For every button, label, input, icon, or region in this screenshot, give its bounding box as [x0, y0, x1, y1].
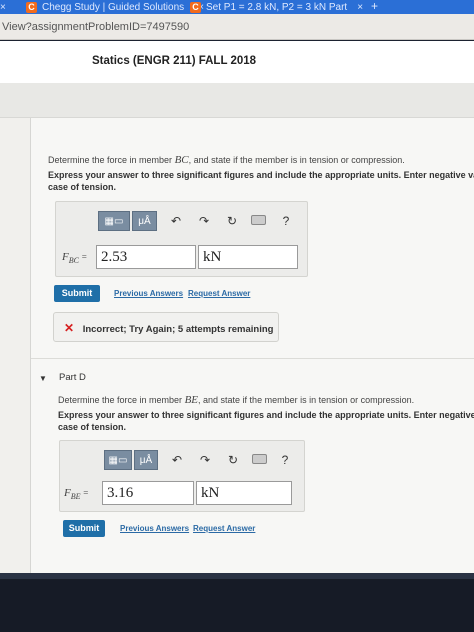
tab-close-left[interactable]: ×	[0, 0, 6, 14]
help-icon[interactable]: ?	[279, 214, 293, 228]
part-d-answer-box: ▦▭ μÅ ↶ ↷ ↻ ? FBE = 3.16 kN	[59, 440, 305, 512]
page-content: Statics (ENGR 211) FALL 2018 Determine t…	[0, 41, 474, 573]
collapse-caret-icon[interactable]: ▼	[39, 374, 47, 383]
redo-icon[interactable]: ↷	[198, 453, 212, 467]
units-button[interactable]: μÅ	[134, 450, 158, 470]
part-d-units-input[interactable]: kN	[196, 481, 292, 505]
member-label: BE	[184, 394, 199, 406]
screen-bezel	[0, 573, 474, 632]
template-icon: ▦▭	[104, 215, 124, 227]
part-c-units-input[interactable]: kN	[198, 245, 298, 269]
url-text: View?assignmentProblemID=7497590	[2, 21, 190, 33]
math-toolbar: ▦▭ μÅ ↶ ↷ ↻ ?	[98, 211, 293, 231]
part-d-request-answer-link[interactable]: Request Answer	[193, 524, 255, 533]
part-c-answer-box: ▦▭ μÅ ↶ ↷ ↻ ? FBC = 2.53 kN	[55, 201, 308, 277]
chegg-logo-icon: C	[190, 1, 201, 13]
part-c-previous-answers-link[interactable]: Previous Answers	[114, 289, 183, 298]
part-c-feedback: ✕ Incorrect; Try Again; 5 attempts remai…	[53, 312, 279, 342]
undo-icon[interactable]: ↶	[170, 453, 184, 467]
course-header: Statics (ENGR 211) FALL 2018	[0, 41, 474, 83]
close-icon[interactable]: ×	[357, 2, 363, 13]
template-button[interactable]: ▦▭	[104, 450, 132, 470]
tab-label: Set P1 = 2.8 kN, P2 = 3 kN Part	[206, 1, 348, 13]
units-button[interactable]: μÅ	[132, 211, 157, 231]
new-tab-icon[interactable]: +	[371, 0, 378, 13]
part-c-question: Determine the force in member BC, and st…	[48, 154, 405, 166]
taskbar-strip	[0, 573, 474, 579]
tab-chegg-study[interactable]: C Chegg Study | Guided Solutions ×	[26, 0, 204, 14]
undo-icon[interactable]: ↶	[169, 214, 183, 228]
browser-tab-bar: × C Chegg Study | Guided Solutions × C S…	[0, 0, 474, 14]
part-d-question: Determine the force in member BE, and st…	[58, 394, 415, 406]
part-c-variable-label: FBC =	[62, 251, 87, 266]
course-title: Statics (ENGR 211) FALL 2018	[92, 55, 257, 67]
member-label: BC	[174, 154, 189, 166]
header-separator	[0, 83, 474, 118]
mu-icon: μÅ	[138, 215, 151, 227]
mu-icon: μÅ	[139, 454, 153, 466]
template-icon: ▦▭	[108, 454, 128, 466]
math-toolbar: ▦▭ μÅ ↶ ↷ ↻ ?	[104, 450, 292, 470]
keyboard-icon[interactable]	[251, 214, 266, 228]
part-c-instructions: Express your answer to three significant…	[48, 170, 474, 192]
part-d-instructions: Express your answer to three significant…	[58, 410, 474, 432]
part-d-previous-answers-link[interactable]: Previous Answers	[120, 524, 189, 533]
part-c-request-answer-link[interactable]: Request Answer	[188, 289, 250, 298]
keyboard-icon[interactable]	[252, 453, 267, 467]
part-d-variable-label: FBE =	[64, 487, 89, 502]
redo-icon[interactable]: ↷	[197, 214, 211, 228]
part-c-submit-button[interactable]: Submit	[54, 285, 100, 302]
template-button[interactable]: ▦▭	[98, 211, 130, 231]
part-c-value-input[interactable]: 2.53	[96, 245, 196, 269]
part-d-submit-button[interactable]: Submit	[63, 520, 105, 537]
address-bar[interactable]: View?assignmentProblemID=7497590	[0, 14, 474, 40]
reset-icon[interactable]: ↻	[226, 453, 240, 467]
tab-label: Chegg Study | Guided Solutions	[42, 1, 185, 13]
tab-problem[interactable]: C Set P1 = 2.8 kN, P2 = 3 kN Part ×	[190, 0, 363, 14]
reset-icon[interactable]: ↻	[225, 214, 239, 228]
section-divider	[31, 358, 474, 359]
help-icon[interactable]: ?	[278, 453, 292, 467]
chegg-logo-icon: C	[26, 1, 37, 13]
part-d-value-input[interactable]: 3.16	[102, 481, 194, 505]
problem-panel: Determine the force in member BC, and st…	[30, 118, 474, 573]
part-d-label[interactable]: Part D	[59, 372, 86, 383]
close-icon[interactable]: ×	[0, 2, 6, 13]
error-x-icon: ✕	[64, 321, 75, 335]
